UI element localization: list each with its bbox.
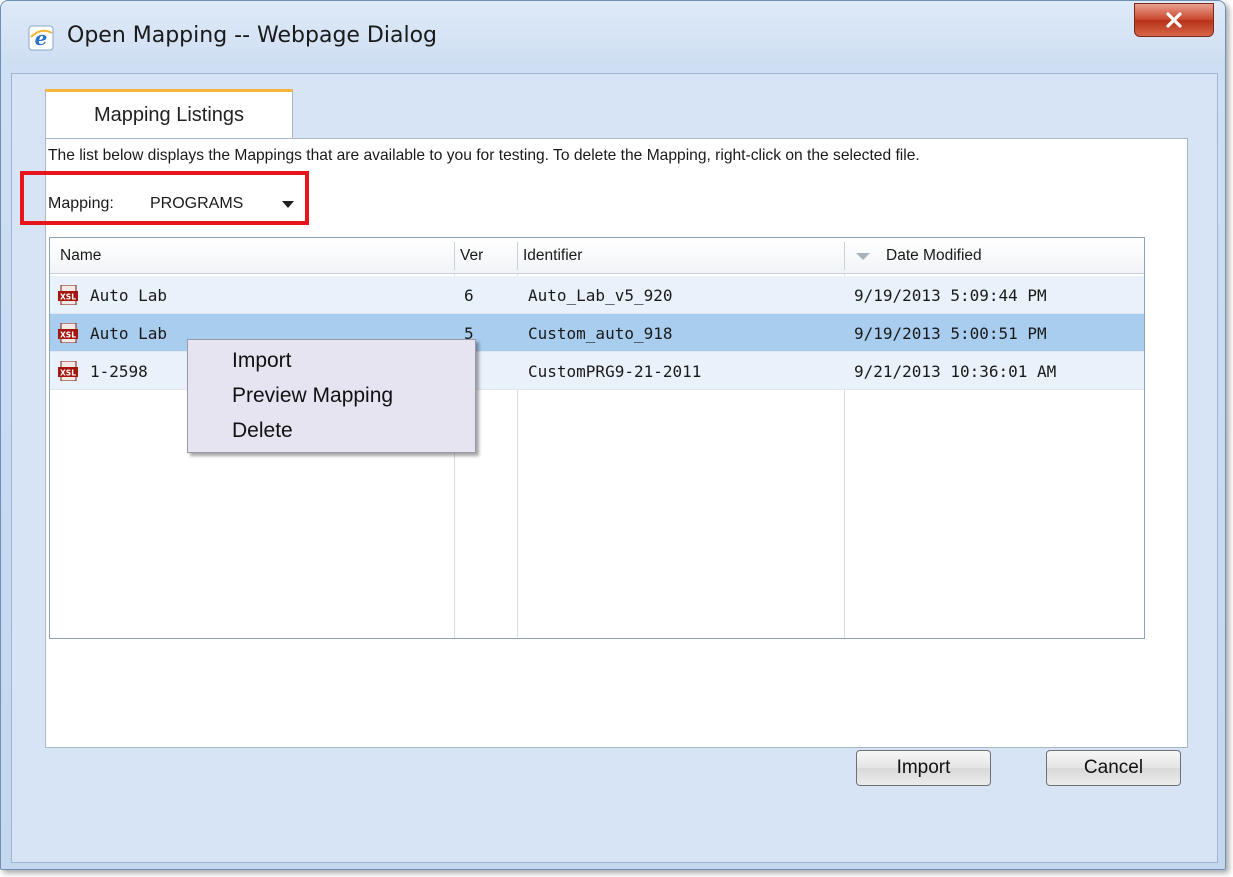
context-menu-item-delete[interactable]: Delete bbox=[232, 415, 293, 447]
instructions-text: The list below displays the Mappings tha… bbox=[48, 147, 920, 164]
cell-ver: 6 bbox=[464, 285, 474, 305]
svg-text:XSL: XSL bbox=[60, 293, 76, 302]
column-header-ver[interactable]: Ver bbox=[454, 238, 518, 274]
svg-text:XSL: XSL bbox=[60, 331, 76, 340]
xsl-file-icon: XSL bbox=[58, 361, 78, 381]
import-button[interactable]: Import bbox=[856, 750, 991, 786]
mapping-highlight-box bbox=[20, 171, 309, 225]
column-header-date-modified[interactable]: Date Modified bbox=[844, 238, 1144, 274]
cancel-button[interactable]: Cancel bbox=[1046, 750, 1181, 786]
xsl-file-icon: XSL bbox=[58, 323, 78, 343]
cell-identifier: Custom_auto_918 bbox=[528, 323, 673, 343]
column-header-date-label: Date Modified bbox=[886, 247, 982, 264]
context-menu-item-preview-mapping[interactable]: Preview Mapping bbox=[232, 380, 393, 412]
cell-date-modified: 9/21/2013 10:36:01 AM bbox=[854, 361, 1057, 381]
svg-text:XSL: XSL bbox=[60, 369, 76, 378]
tab-mapping-listings[interactable]: Mapping Listings bbox=[45, 89, 293, 139]
internet-explorer-icon: e bbox=[28, 25, 54, 51]
table-header: Name Ver Identifier Date Modified bbox=[50, 238, 1144, 274]
sort-descending-icon bbox=[856, 252, 870, 260]
cell-identifier: CustomPRG9-21-2011 bbox=[528, 361, 702, 381]
context-menu-item-import[interactable]: Import bbox=[232, 345, 292, 377]
close-button[interactable] bbox=[1134, 3, 1214, 37]
close-icon bbox=[1166, 12, 1182, 28]
title-bar[interactable]: e Open Mapping -- Webpage Dialog bbox=[1, 1, 1225, 73]
cell-date-modified: 9/19/2013 5:09:44 PM bbox=[854, 285, 1047, 305]
dialog-window: e Open Mapping -- Webpage Dialog Mapping… bbox=[0, 0, 1226, 870]
cell-identifier: Auto_Lab_v5_920 bbox=[528, 285, 673, 305]
table-row[interactable]: XSL Auto Lab 6 Auto_Lab_v5_920 9/19/2013… bbox=[50, 276, 1144, 314]
column-header-identifier[interactable]: Identifier bbox=[517, 238, 844, 274]
cell-name: Auto Lab bbox=[90, 285, 168, 305]
xsl-file-icon: XSL bbox=[58, 285, 78, 305]
context-menu: Import Preview Mapping Delete bbox=[187, 339, 476, 453]
window-title: Open Mapping -- Webpage Dialog bbox=[67, 23, 438, 48]
cell-date-modified: 9/19/2013 5:00:51 PM bbox=[854, 323, 1047, 343]
svg-text:e: e bbox=[35, 26, 48, 50]
column-header-name[interactable]: Name bbox=[50, 238, 454, 274]
